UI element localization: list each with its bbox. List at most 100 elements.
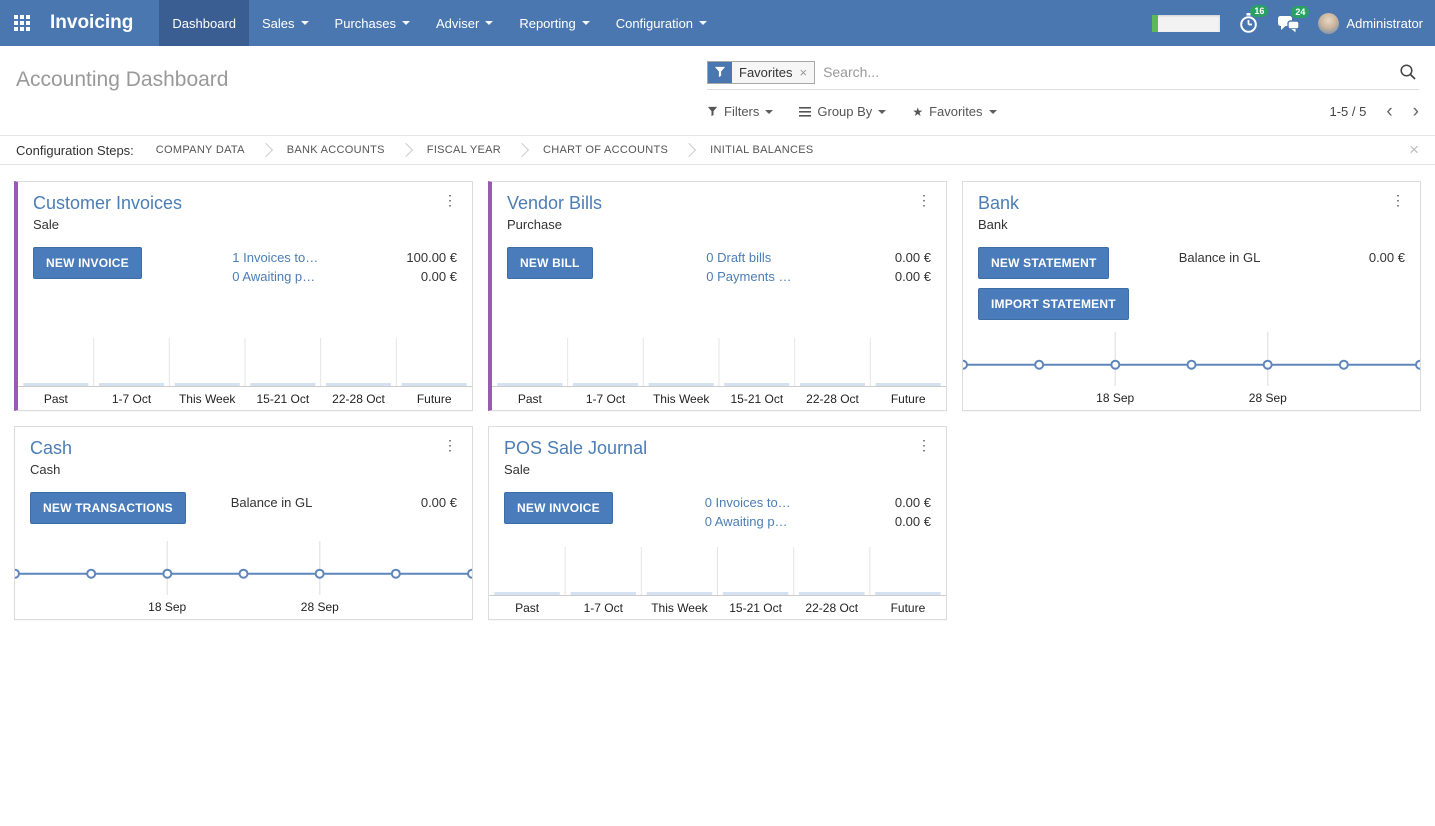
favorites-label: Favorites: [929, 104, 982, 119]
user-menu[interactable]: Administrator: [1318, 13, 1423, 34]
nav-item-purchases[interactable]: Purchases: [322, 0, 423, 46]
card-title-link[interactable]: Bank: [978, 193, 1019, 214]
x-axis-labels: Past1-7 OctThis Week15-21 Oct22-28 OctFu…: [489, 595, 946, 619]
invoices-to-validate-link[interactable]: 1 Invoices to…: [232, 250, 406, 265]
pager-next-icon[interactable]: ›: [1413, 102, 1419, 121]
x-axis-label: 28 Sep: [1249, 391, 1287, 405]
awaiting-payments-link[interactable]: 0 Awaiting p…: [232, 269, 421, 284]
card-subtitle: Purchase: [507, 217, 931, 232]
invoices-to-validate-link[interactable]: 0 Invoices to…: [705, 495, 895, 510]
x-axis-label: 15-21 Oct: [718, 601, 794, 615]
step-fiscal-year[interactable]: FISCAL YEAR: [427, 144, 501, 156]
card-chart: Past1-7 OctThis Week15-21 Oct22-28 OctFu…: [489, 529, 946, 619]
search-facet-favorites: Favorites ×: [707, 61, 815, 84]
apps-menu-button[interactable]: [0, 0, 38, 46]
chevron-right-icon: [682, 143, 696, 157]
nav-item-dashboard[interactable]: Dashboard: [159, 0, 249, 46]
card-title-link[interactable]: POS Sale Journal: [504, 438, 647, 459]
stat-amount: 0.00 €: [895, 269, 931, 284]
stat-amount: 0.00 €: [421, 495, 457, 510]
card-title-link[interactable]: Vendor Bills: [507, 193, 602, 214]
new-invoice-button[interactable]: NEW INVOICE: [504, 492, 613, 524]
app-brand[interactable]: Invoicing: [38, 0, 159, 46]
x-axis-labels: 18 Sep28 Sep: [15, 595, 472, 619]
stat-row: 0 Awaiting p… 0.00 €: [705, 514, 931, 529]
new-invoice-button[interactable]: NEW INVOICE: [33, 247, 142, 279]
payments-link[interactable]: 0 Payments …: [706, 269, 895, 284]
activity-count-badge: 16: [1250, 5, 1268, 17]
card-chart: 18 Sep28 Sep: [15, 529, 472, 619]
planner-progress-bar[interactable]: [1152, 15, 1220, 32]
user-name: Administrator: [1346, 16, 1423, 31]
star-icon: ★: [912, 105, 923, 119]
facet-remove-icon[interactable]: ×: [799, 65, 807, 80]
message-count-badge: 24: [1291, 6, 1309, 18]
kebab-menu-icon[interactable]: ⋮: [443, 438, 457, 453]
groupby-dropdown[interactable]: Group By: [799, 104, 886, 119]
kebab-menu-icon[interactable]: ⋮: [917, 438, 931, 453]
step-bank-accounts[interactable]: BANK ACCOUNTS: [287, 144, 385, 156]
activities-button[interactable]: 16: [1238, 12, 1259, 34]
chevron-right-icon: [399, 143, 413, 157]
search-input[interactable]: [815, 60, 1399, 84]
card-vendor-bills: Vendor Bills ⋮ Purchase NEW BILL 0 Draft…: [488, 181, 947, 411]
nav-label: Reporting: [519, 16, 575, 31]
step-chart-of-accounts[interactable]: CHART OF ACCOUNTS: [543, 144, 668, 156]
card-customer-invoices: Customer Invoices ⋮ Sale NEW INVOICE 1 I…: [14, 181, 473, 411]
new-bill-button[interactable]: NEW BILL: [507, 247, 593, 279]
control-panel: Accounting Dashboard Favorites × Filters: [0, 46, 1435, 127]
kebab-menu-icon[interactable]: ⋮: [1391, 193, 1405, 208]
step-company-data[interactable]: COMPANY DATA: [156, 144, 245, 156]
close-icon[interactable]: ×: [1409, 140, 1419, 160]
x-axis-label: Past: [489, 601, 565, 615]
stat-amount: 0.00 €: [895, 250, 931, 265]
configuration-steps-bar: Configuration Steps: COMPANY DATA BANK A…: [0, 135, 1435, 165]
step-initial-balances[interactable]: INITIAL BALANCES: [710, 144, 813, 156]
card-subtitle: Sale: [504, 462, 931, 477]
nav-label: Purchases: [335, 16, 396, 31]
config-steps-label: Configuration Steps:: [16, 143, 134, 158]
filters-dropdown[interactable]: Filters: [707, 104, 773, 119]
kebab-menu-icon[interactable]: ⋮: [443, 193, 457, 208]
kebab-menu-icon[interactable]: ⋮: [917, 193, 931, 208]
nav-item-reporting[interactable]: Reporting: [506, 0, 602, 46]
stat-row: 0 Payments … 0.00 €: [706, 269, 931, 284]
awaiting-payments-link[interactable]: 0 Awaiting p…: [705, 514, 895, 529]
nav-item-configuration[interactable]: Configuration: [603, 0, 720, 46]
x-axis-label: 1-7 Oct: [568, 392, 644, 406]
filter-funnel-icon: [708, 62, 732, 83]
x-axis-label: 15-21 Oct: [245, 392, 321, 406]
import-statement-button[interactable]: IMPORT STATEMENT: [978, 288, 1129, 320]
card-bank: Bank ⋮ Bank NEW STATEMENT IMPORT STATEME…: [962, 181, 1421, 411]
x-axis-labels: Past1-7 OctThis Week15-21 Oct22-28 OctFu…: [492, 386, 946, 410]
x-axis-label: 15-21 Oct: [719, 392, 795, 406]
x-axis-label: Future: [870, 392, 946, 406]
chevron-right-icon: [515, 143, 529, 157]
pager: 1-5 / 5 ‹ ›: [1329, 102, 1419, 121]
search-icon[interactable]: [1399, 63, 1419, 81]
avatar: [1318, 13, 1339, 34]
x-axis-label: 22-28 Oct: [794, 601, 870, 615]
new-statement-button[interactable]: NEW STATEMENT: [978, 247, 1109, 279]
favorites-dropdown[interactable]: ★ Favorites: [912, 104, 996, 119]
bar-chart: [492, 330, 946, 386]
x-axis-label: Future: [396, 392, 472, 406]
messages-button[interactable]: 24: [1277, 13, 1300, 33]
chevron-down-icon: [878, 110, 886, 114]
stat-amount: 0.00 €: [1369, 250, 1405, 265]
new-transactions-button[interactable]: NEW TRANSACTIONS: [30, 492, 186, 524]
nav-label: Dashboard: [172, 16, 236, 31]
x-axis-label: Past: [18, 392, 94, 406]
chevron-down-icon: [402, 21, 410, 25]
draft-bills-link[interactable]: 0 Draft bills: [706, 250, 895, 265]
pager-previous-icon[interactable]: ‹: [1386, 102, 1392, 121]
filter-funnel-icon: [707, 106, 718, 117]
card-subtitle: Cash: [30, 462, 457, 477]
facet-label: Favorites: [739, 65, 792, 80]
nav-item-adviser[interactable]: Adviser: [423, 0, 506, 46]
x-axis-label: 28 Sep: [301, 600, 339, 614]
nav-item-sales[interactable]: Sales: [249, 0, 322, 46]
card-title-link[interactable]: Cash: [30, 438, 72, 459]
card-title-link[interactable]: Customer Invoices: [33, 193, 182, 214]
card-pos-sale-journal: POS Sale Journal ⋮ Sale NEW INVOICE 0 In…: [488, 426, 947, 620]
